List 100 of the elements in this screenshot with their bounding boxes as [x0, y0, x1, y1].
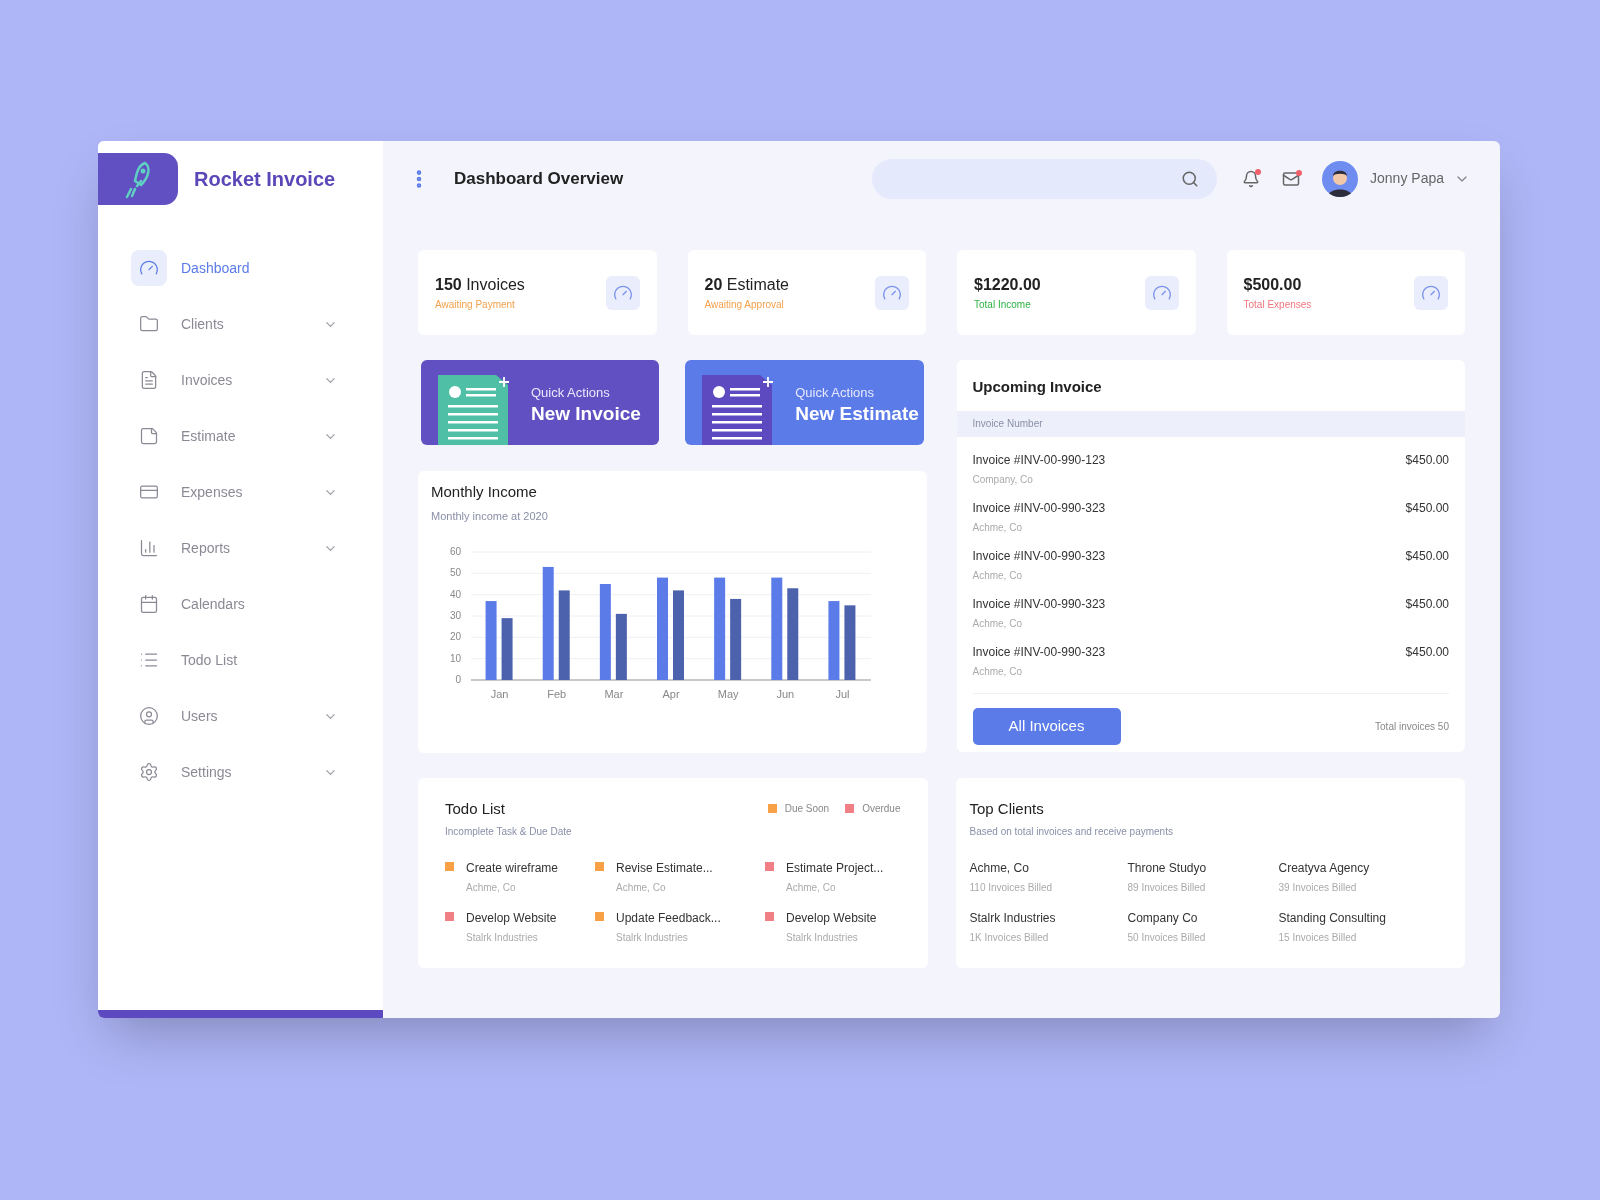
- invoice-amount: $450.00: [1405, 547, 1449, 565]
- nav-label: Calendars: [181, 594, 246, 614]
- todo-task: Estimate Project...: [786, 859, 884, 877]
- card-title: Upcoming Invoice: [971, 377, 1103, 397]
- nav-label: Dashboard: [181, 258, 251, 278]
- axis-label: Feb: [547, 688, 567, 700]
- client-name: Achme, Co: [972, 520, 1023, 535]
- todo-client: Stalrk Industries: [616, 930, 689, 945]
- nav-label: Expenses: [181, 482, 244, 502]
- search-field[interactable]: [872, 158, 1218, 199]
- legend-label: Due Soon: [784, 801, 830, 816]
- bar: [501, 618, 513, 680]
- client-name: Company Co: [1127, 909, 1199, 927]
- client-name: Stalrk Industries: [969, 909, 1057, 927]
- axis-label: 60: [449, 546, 461, 557]
- todo-client: Achme, Co: [466, 880, 517, 895]
- nav-item[interactable]: Invoices: [131, 352, 338, 408]
- axis-label: May: [717, 688, 739, 700]
- card-title: Top Clients: [969, 799, 1045, 819]
- card-subtitle: Incomplete Task & Due Date: [445, 824, 572, 839]
- nav-item[interactable]: Users: [131, 688, 338, 744]
- invoice-number: Invoice #INV-00-990-323: [972, 595, 1106, 613]
- quick-action-button[interactable]: Quick Actions New Estimate: [685, 360, 924, 445]
- nav-item[interactable]: Expenses: [131, 464, 338, 520]
- client-name: Achme, Co: [969, 859, 1030, 877]
- avatar: [1322, 160, 1359, 197]
- search-icon: [1181, 169, 1200, 188]
- invoice-amount: $450.00: [1405, 595, 1449, 613]
- axis-label: Mar: [604, 688, 624, 700]
- settings-icon: [139, 762, 159, 782]
- gauge-icon: [605, 275, 640, 310]
- notifications-button[interactable]: [1242, 169, 1261, 188]
- messages-button[interactable]: [1282, 169, 1301, 188]
- stat-value: 150 Invoices: [435, 275, 526, 295]
- todo-task: Develop Website: [466, 909, 557, 927]
- bar-chart-icon: [139, 538, 159, 558]
- card-title: Todo List: [445, 799, 507, 819]
- stat-caption: Total Income: [974, 298, 1032, 312]
- todo-client: Stalrk Industries: [786, 930, 859, 945]
- user-name: Jonny Papa: [1370, 169, 1444, 188]
- client-name: Standing Consulting: [1278, 909, 1387, 927]
- nav-label: Todo List: [181, 650, 239, 670]
- stat-value: 20 Estimate: [704, 275, 790, 295]
- client-name: Achme, Co: [972, 568, 1023, 583]
- quick-action-label: Quick Actions: [795, 383, 875, 402]
- nav-label: Settings: [181, 762, 233, 782]
- todo-task: Develop Website: [786, 909, 877, 927]
- nav-item[interactable]: Reports: [131, 520, 338, 576]
- todo-client: Achme, Co: [786, 880, 837, 895]
- nav-item[interactable]: Todo List: [131, 632, 338, 688]
- quick-action-title: New Invoice: [531, 402, 641, 427]
- axis-label: 0: [455, 674, 461, 685]
- quick-action-button[interactable]: Quick Actions New Invoice: [421, 360, 660, 445]
- invoice-number: Invoice #INV-00-990-323: [972, 547, 1106, 565]
- todo-task: Revise Estimate...: [616, 859, 713, 877]
- stat-value: $1220.00: [974, 275, 1042, 295]
- nav-item[interactable]: Estimate: [131, 408, 338, 464]
- todo-task: Create wireframe: [466, 859, 559, 877]
- axis-label: Jun: [776, 688, 795, 700]
- quick-action-title: New Estimate: [795, 402, 919, 427]
- nav-item[interactable]: Calendars: [131, 576, 338, 632]
- legend-label: Overdue: [862, 801, 901, 816]
- todo-client: Stalrk Industries: [466, 930, 539, 945]
- todo-client: Achme, Co: [616, 880, 667, 895]
- nav-label: Users: [181, 706, 219, 726]
- nav-label: Invoices: [181, 370, 234, 390]
- client-name: Throne Studyo: [1127, 859, 1208, 877]
- axis-label: 40: [449, 588, 461, 600]
- client-name: Creatyva Agency: [1278, 859, 1371, 877]
- note-icon: [139, 426, 159, 446]
- all-invoices-button[interactable]: All Invoices: [972, 707, 1121, 745]
- document-icon: [139, 370, 159, 390]
- nav-item[interactable]: Clients: [131, 296, 338, 352]
- todo-task: Update Feedback...: [616, 909, 721, 927]
- invoice-amount: $450.00: [1405, 499, 1449, 517]
- page-title: Dashboard Overview: [454, 167, 624, 190]
- column-header: Invoice Number: [972, 417, 1043, 431]
- bell-icon: [1242, 169, 1261, 188]
- quick-action-label: Quick Actions: [531, 383, 611, 402]
- client-billed: 50 Invoices Billed: [1127, 930, 1207, 945]
- axis-label: 10: [449, 652, 461, 664]
- brand-name: Rocket Invoice: [194, 167, 336, 192]
- folder-icon: [139, 314, 159, 334]
- card-subtitle: Based on total invoices and receive payments: [969, 824, 1174, 839]
- client-billed: 39 Invoices Billed: [1278, 880, 1358, 895]
- bar: [615, 613, 627, 680]
- invoice-amount: $450.00: [1405, 643, 1449, 661]
- logo-icon: [98, 153, 178, 205]
- client-billed: 15 Invoices Billed: [1278, 930, 1358, 945]
- axis-label: 30: [449, 610, 461, 621]
- client-name: Company, Co: [972, 472, 1034, 487]
- client-billed: 110 Invoices Billed: [969, 880, 1054, 895]
- nav-item[interactable]: Dashboard: [131, 240, 338, 296]
- stat-caption: Awaiting Approval: [704, 298, 785, 312]
- gauge-icon: [1414, 275, 1448, 310]
- client-name: Achme, Co: [972, 664, 1023, 679]
- nav-item[interactable]: Settings: [131, 744, 338, 800]
- invoice-number: Invoice #INV-00-990-123: [972, 451, 1106, 469]
- client-billed: 1K Invoices Billed: [969, 930, 1050, 945]
- nav-label: Clients: [181, 314, 225, 334]
